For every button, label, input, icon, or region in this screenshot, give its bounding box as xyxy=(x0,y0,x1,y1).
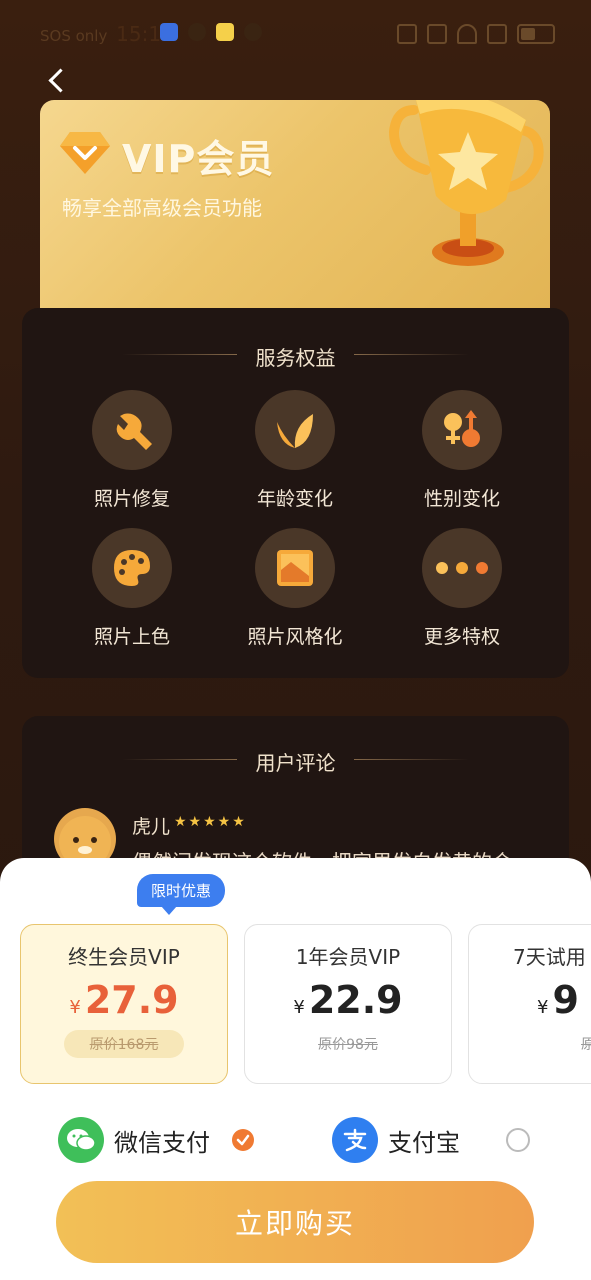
purchase-sheet: 限时优惠 终生会员VIP ¥27.9 原价168元 1年会员VIP ¥22.9 … xyxy=(0,858,591,1280)
currency-symbol: ¥ xyxy=(69,997,81,1018)
settings-app-icon xyxy=(188,23,206,41)
link-icon xyxy=(244,23,262,41)
wechat-icon xyxy=(58,1117,104,1163)
shield-app-icon xyxy=(160,23,178,41)
service-more[interactable]: 更多特权 xyxy=(402,528,522,649)
rating-stars: ★★★★★ xyxy=(174,814,247,830)
service-photo-repair[interactable]: 照片修复 xyxy=(72,390,192,511)
services-panel: 服务权益 照片修复 年龄变化 性别变化 照片上色 照片风格化 更多特权 xyxy=(22,308,569,678)
check-icon xyxy=(236,1134,250,1146)
service-gender-change[interactable]: 性别变化 xyxy=(402,390,522,511)
divider-right xyxy=(354,354,469,355)
carrier-text: SOS only xyxy=(40,27,108,45)
buy-now-button[interactable]: 立即购买 xyxy=(56,1181,534,1263)
palette-icon xyxy=(114,550,150,586)
battery-icon xyxy=(517,24,555,44)
yellow-app-icon xyxy=(216,23,234,41)
status-left: SOS only 15:14 xyxy=(40,22,174,46)
original-price: 原价98元 xyxy=(318,1037,378,1053)
plan-price: ¥9 xyxy=(469,978,591,1022)
service-label: 更多特权 xyxy=(423,626,500,648)
plan-lifetime[interactable]: 终生会员VIP ¥27.9 原价168元 xyxy=(20,924,228,1084)
plan-name: 7天试用 xyxy=(513,945,586,969)
trophy-icon xyxy=(388,100,544,266)
plan-price: ¥27.9 xyxy=(21,978,227,1022)
wechat-pay-label: 微信支付 xyxy=(114,1128,210,1157)
service-label: 照片修复 xyxy=(93,488,170,510)
status-bar: SOS only 15:14 xyxy=(0,0,591,64)
price-value: 9 xyxy=(552,978,579,1022)
gender-icon xyxy=(444,410,480,447)
service-label: 年龄变化 xyxy=(256,488,333,510)
currency-symbol: ¥ xyxy=(537,997,549,1018)
leaf-icon xyxy=(277,414,313,448)
alipay-icon xyxy=(332,1117,378,1163)
wechat-selected-check-icon[interactable] xyxy=(232,1129,254,1151)
service-icon-bg xyxy=(255,390,335,470)
reviewer-name: 虎儿 xyxy=(132,816,171,838)
service-icon-bg xyxy=(255,528,335,608)
plan-name: 终生会员VIP xyxy=(68,945,180,969)
wechat-bubbles-icon xyxy=(67,1129,96,1151)
vip-diamond-icon xyxy=(60,132,110,174)
services-title: 服务权益 xyxy=(255,346,336,370)
original-price: 原价168元 xyxy=(63,1030,185,1058)
service-colorize[interactable]: 照片上色 xyxy=(72,528,192,649)
service-icon-bg xyxy=(92,390,172,470)
service-icon-bg xyxy=(422,390,502,470)
status-right xyxy=(397,24,555,44)
plan-name: 1年会员VIP xyxy=(295,945,401,969)
currency-symbol: ¥ xyxy=(293,997,305,1018)
service-icon-bg xyxy=(92,528,172,608)
alipay-label: 支付宝 xyxy=(388,1128,460,1157)
vip-subtitle: 畅享全部高级会员功能 xyxy=(62,196,262,220)
plan-7-day-trial[interactable]: 7天试用 ¥9 原价 xyxy=(468,924,591,1084)
divider-right xyxy=(354,759,469,760)
plan-1-year[interactable]: 1年会员VIP ¥22.9 原价98元 xyxy=(244,924,452,1084)
service-age-change[interactable]: 年龄变化 xyxy=(235,390,355,511)
service-label: 照片上色 xyxy=(93,626,170,648)
more-icon xyxy=(436,562,488,574)
plan-price: ¥22.9 xyxy=(245,978,451,1022)
plan-list[interactable]: 终生会员VIP ¥27.9 原价168元 1年会员VIP ¥22.9 原价98元… xyxy=(20,924,591,1084)
picture-icon xyxy=(277,550,313,586)
vibrate-icon xyxy=(427,24,447,44)
vip-title: VIP会员 xyxy=(122,137,275,181)
vip-header-card: VIP会员 畅享全部高级会员功能 xyxy=(40,100,550,316)
pay-option-alipay[interactable]: 支付宝 xyxy=(332,1117,530,1163)
alipay-radio[interactable] xyxy=(506,1128,530,1152)
back-button[interactable] xyxy=(44,66,72,94)
nfc-icon xyxy=(397,24,417,44)
notification-icons xyxy=(160,23,262,41)
reviews-title: 用户评论 xyxy=(255,751,336,775)
service-label: 性别变化 xyxy=(423,488,500,510)
alipay-logo-icon xyxy=(343,1128,367,1152)
wifi-icon xyxy=(457,24,477,44)
pay-option-wechat[interactable]: 微信支付 xyxy=(58,1117,254,1163)
service-stylize[interactable]: 照片风格化 xyxy=(235,528,355,649)
service-label: 照片风格化 xyxy=(247,626,343,648)
wrench-icon xyxy=(116,413,152,450)
price-value: 27.9 xyxy=(84,978,179,1022)
limited-offer-badge: 限时优惠 xyxy=(137,874,226,915)
price-value: 22.9 xyxy=(308,978,403,1022)
sim-icon xyxy=(487,24,507,44)
service-icon-bg xyxy=(422,528,502,608)
original-price: 原价 xyxy=(581,1037,591,1053)
